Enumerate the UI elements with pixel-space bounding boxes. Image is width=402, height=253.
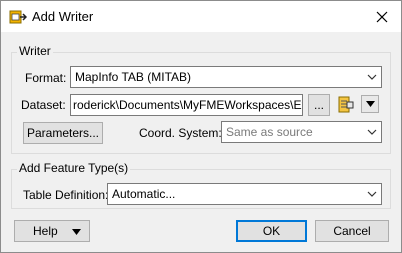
ok-button[interactable]: OK [236, 220, 307, 242]
format-value: MapInfo TAB (MITAB) [75, 70, 192, 84]
chevron-down-icon [363, 129, 381, 135]
window-title: Add Writer [32, 9, 94, 24]
close-button[interactable] [363, 1, 401, 32]
caret-down-icon [72, 229, 81, 235]
title-bar: Add Writer [1, 1, 401, 32]
dataset-options-button[interactable] [361, 95, 379, 113]
parameters-label: Parameters... [26, 126, 100, 140]
cancel-label: Cancel [333, 224, 371, 238]
coord-system-placeholder: Same as source [226, 125, 313, 139]
close-icon [376, 11, 388, 22]
table-definition-label: Table Definition: [23, 188, 109, 202]
dataset-value: roderick\Documents\MyFMEWorkspaces\Expor… [73, 98, 303, 112]
chevron-down-icon [363, 74, 381, 80]
fme-add-writer-icon [9, 8, 28, 26]
cancel-button[interactable]: Cancel [315, 220, 389, 242]
writer-group-legend: Writer [17, 44, 53, 58]
browse-button[interactable]: ... [308, 94, 330, 116]
dataset-label: Dataset: [21, 98, 66, 112]
dataset-list-button[interactable] [335, 94, 357, 116]
add-writer-dialog: Add Writer Writer Format: MapInfo TAB (M… [0, 0, 402, 253]
chevron-down-icon [363, 191, 381, 197]
caret-down-icon [365, 101, 375, 107]
help-label: Help [33, 224, 58, 238]
parameters-button[interactable]: Parameters... [23, 122, 103, 144]
ok-label: OK [262, 224, 281, 238]
feature-group-legend: Add Feature Type(s) [17, 161, 131, 175]
format-label: Format: [25, 71, 67, 85]
table-definition-combobox[interactable]: Automatic... [107, 183, 382, 205]
format-combobox[interactable]: MapInfo TAB (MITAB) [70, 66, 382, 88]
coord-system-label: Coord. System: [139, 126, 222, 140]
table-definition-value: Automatic... [112, 187, 176, 201]
dataset-list-icon [338, 96, 354, 113]
browse-label: ... [313, 98, 324, 112]
coord-system-combobox[interactable]: Same as source [221, 121, 382, 143]
dataset-input[interactable]: roderick\Documents\MyFMEWorkspaces\Expor… [70, 94, 303, 116]
help-button[interactable]: Help [14, 220, 90, 242]
